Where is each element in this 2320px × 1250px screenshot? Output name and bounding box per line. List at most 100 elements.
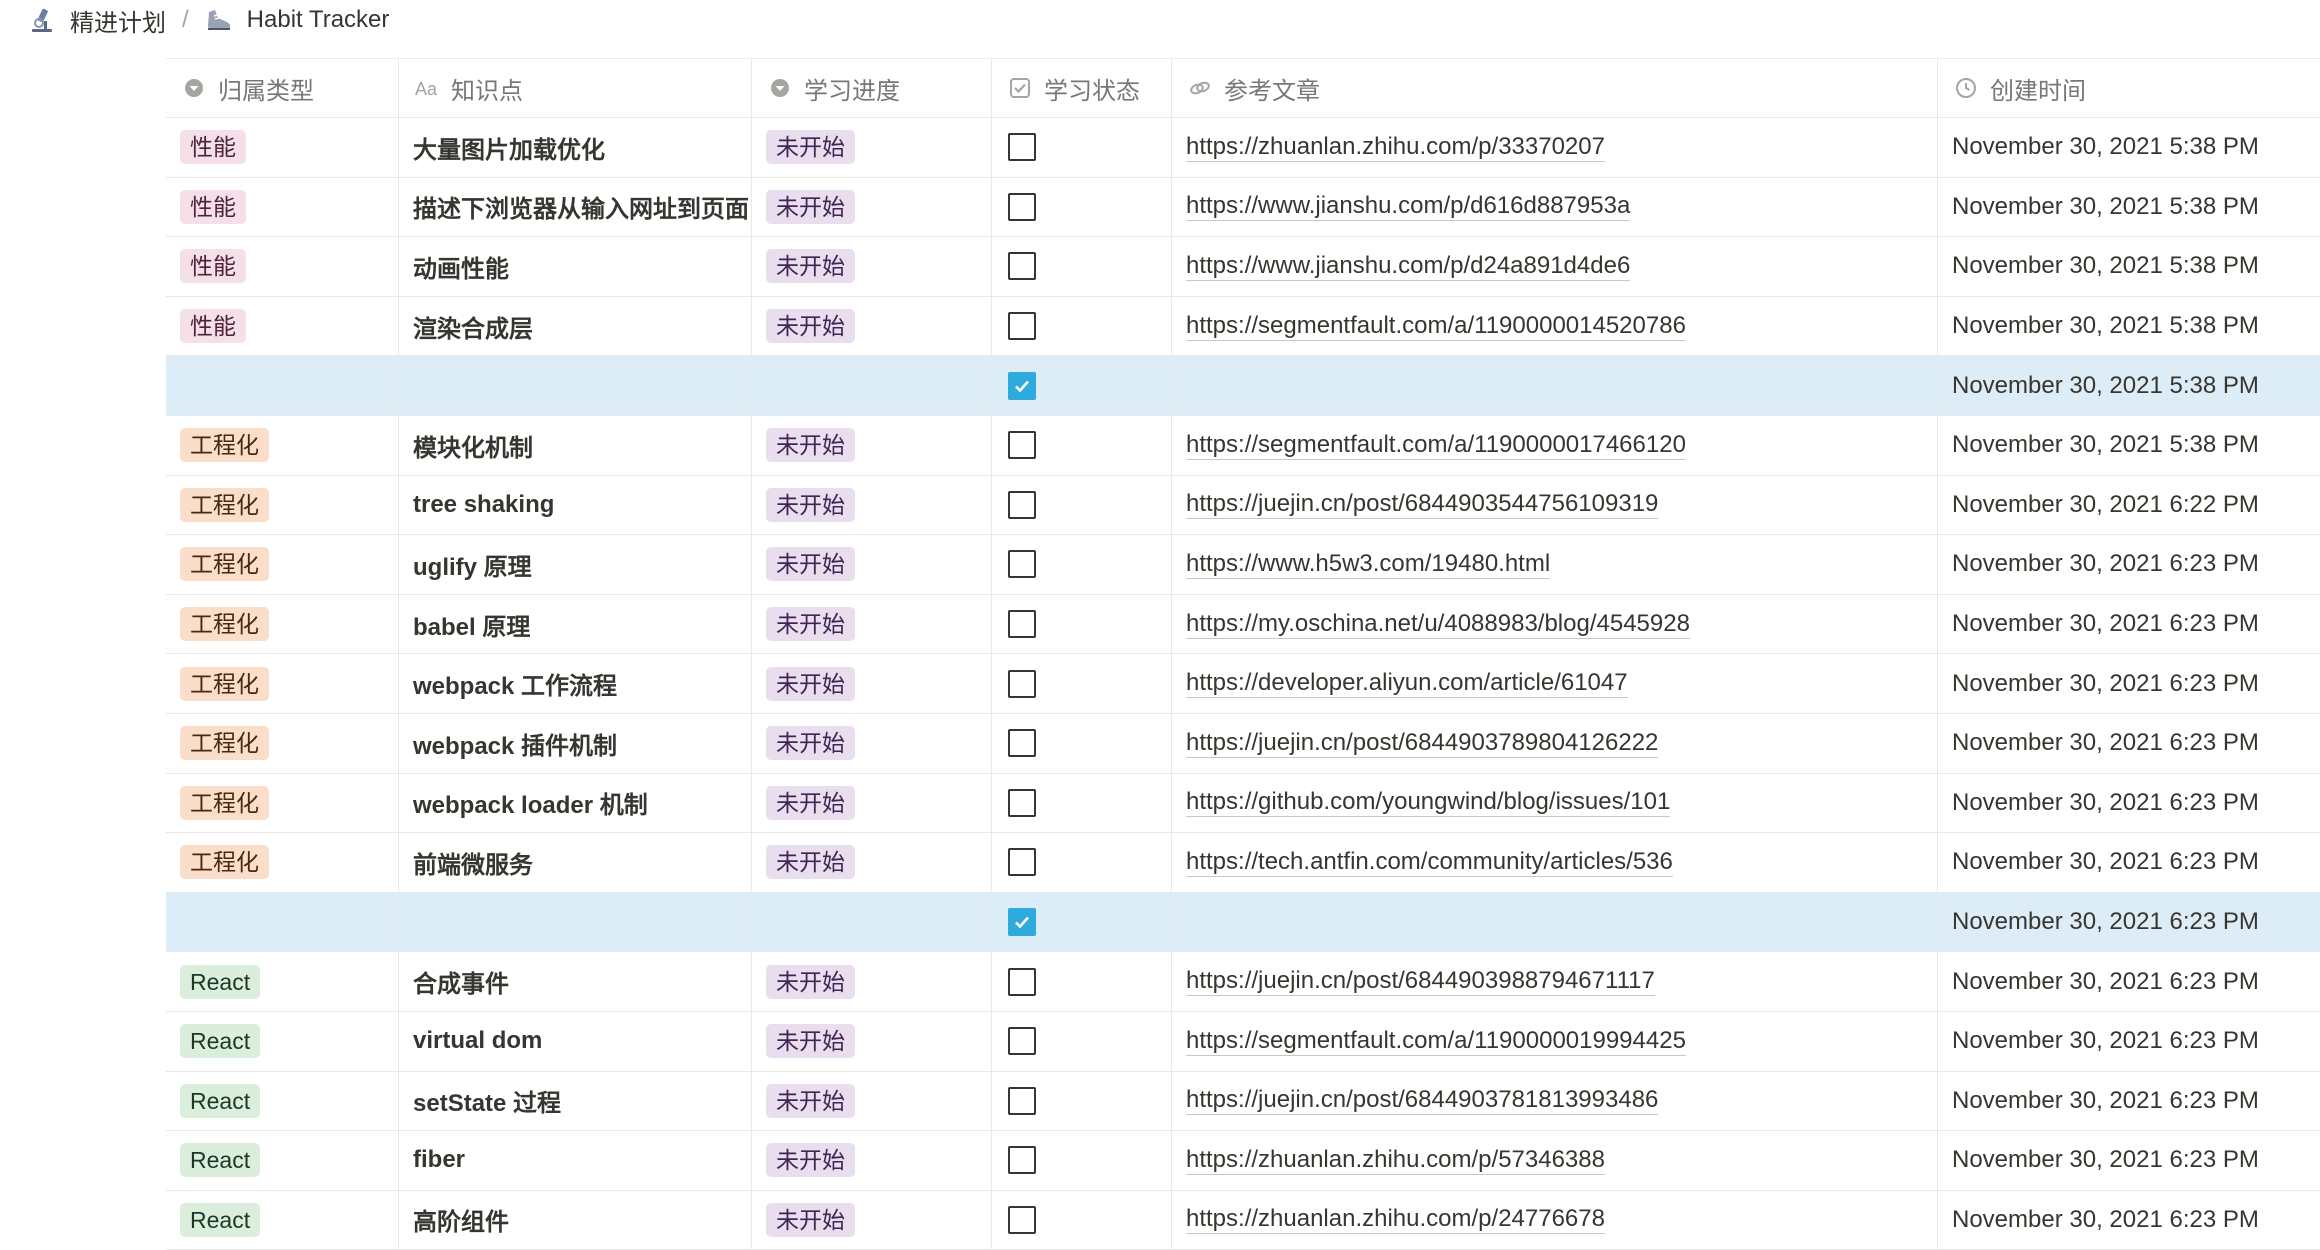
- cell-type[interactable]: 工程化: [166, 594, 399, 654]
- cell-reference[interactable]: https://www.h5w3.com/19480.html: [1172, 535, 1938, 594]
- table-row[interactable]: React fiber 未开始 https://zhuanlan.zhihu.com/…: [166, 1131, 2320, 1191]
- cell-title[interactable]: 大量图片加载优化: [399, 118, 752, 177]
- cell-progress[interactable]: 未开始: [752, 1071, 992, 1131]
- cell-type[interactable]: 工程化: [166, 833, 399, 892]
- table-row[interactable]: 工程化 前端微服务 未开始 https://tech.antfin.com/commu…: [166, 833, 2320, 893]
- cell-title[interactable]: 动画性能: [399, 237, 752, 296]
- cell-reference[interactable]: https://www.jianshu.com/p/d616d887953a: [1172, 177, 1938, 237]
- checkbox[interactable]: [1008, 312, 1036, 341]
- checkbox[interactable]: [1008, 431, 1036, 460]
- checkbox[interactable]: [1008, 729, 1036, 758]
- checkbox[interactable]: [1008, 610, 1036, 639]
- cell-progress[interactable]: 未开始: [752, 773, 992, 833]
- cell-progress[interactable]: 未开始: [752, 475, 992, 535]
- cell-title[interactable]: webpack 插件机制: [399, 713, 752, 773]
- column-header-status[interactable]: 学习状态: [992, 59, 1172, 117]
- cell-title[interactable]: 合成事件: [399, 952, 752, 1011]
- table-row[interactable]: 工程化 babel 原理 未开始 https://my.oschina.net/u/4…: [166, 594, 2320, 655]
- cell-progress[interactable]: 未开始: [752, 952, 992, 1011]
- cell-title[interactable]: uglify 原理: [399, 535, 752, 594]
- cell-progress[interactable]: 未开始: [752, 177, 992, 237]
- table-row[interactable]: 工程化 uglify 原理 未开始 https://www.h5w3.com/1948…: [166, 535, 2320, 595]
- cell-progress[interactable]: 未开始: [752, 833, 992, 892]
- cell-reference[interactable]: https://segmentfault.com/a/1190000014520…: [1172, 296, 1938, 356]
- reference-link[interactable]: https://zhuanlan.zhihu.com/p/33370207: [1186, 133, 1605, 162]
- cell-title[interactable]: setState 过程: [399, 1071, 752, 1131]
- table-row[interactable]: 性能 渲染合成层 未开始 https://segmentfault.com/a/119…: [166, 296, 2320, 357]
- cell-title[interactable]: webpack 工作流程: [399, 654, 752, 713]
- cell-progress[interactable]: 未开始: [752, 415, 992, 475]
- cell-title[interactable]: babel 原理: [399, 594, 752, 654]
- cell-progress[interactable]: 未开始: [752, 296, 992, 356]
- cell-title[interactable]: webpack loader 机制: [399, 773, 752, 833]
- cell-type[interactable]: React: [166, 1190, 399, 1250]
- cell-reference[interactable]: https://github.com/youngwind/blog/issues…: [1172, 773, 1938, 833]
- table-row[interactable]: November 30, 2021 5:38 PM: [166, 356, 2320, 416]
- cell-title[interactable]: tree shaking: [399, 475, 752, 535]
- cell-type[interactable]: 工程化: [166, 773, 399, 833]
- table-row[interactable]: 工程化 webpack 工作流程 未开始 https://developer.aliy…: [166, 654, 2320, 714]
- cell-title[interactable]: 前端微服务: [399, 833, 752, 892]
- checkbox[interactable]: [1008, 848, 1036, 877]
- table-row[interactable]: 工程化 tree shaking 未开始 https://juejin.cn/post…: [166, 475, 2320, 536]
- cell-progress[interactable]: 未开始: [752, 713, 992, 773]
- cell-progress[interactable]: 未开始: [752, 1190, 992, 1250]
- column-header-type[interactable]: 归属类型: [166, 59, 399, 117]
- checkbox[interactable]: [1008, 490, 1036, 519]
- table-row[interactable]: 工程化 webpack loader 机制 未开始 https://github.co…: [166, 773, 2320, 834]
- cell-progress[interactable]: 未开始: [752, 118, 992, 177]
- cell-type[interactable]: 性能: [166, 118, 399, 177]
- column-header-reference[interactable]: 参考文章: [1172, 59, 1938, 117]
- cell-reference[interactable]: https://developer.aliyun.com/article/610…: [1172, 654, 1938, 713]
- cell-progress[interactable]: 未开始: [752, 654, 992, 713]
- cell-reference[interactable]: https://www.jianshu.com/p/d24a891d4de6: [1172, 237, 1938, 296]
- cell-progress[interactable]: 未开始: [752, 237, 992, 296]
- cell-type[interactable]: React: [166, 1071, 399, 1131]
- cell-type[interactable]: 工程化: [166, 713, 399, 773]
- cell-type[interactable]: 工程化: [166, 654, 399, 713]
- cell-type[interactable]: [166, 356, 399, 415]
- reference-link[interactable]: https://www.jianshu.com/p/d24a891d4de6: [1186, 252, 1631, 281]
- checkbox[interactable]: [1008, 967, 1036, 996]
- cell-progress[interactable]: 未开始: [752, 1011, 992, 1071]
- cell-reference[interactable]: https://juejin.cn/post/68449037818139934…: [1172, 1071, 1938, 1131]
- cell-title[interactable]: virtual dom: [399, 1011, 752, 1071]
- table-row[interactable]: November 30, 2021 6:23 PM: [166, 892, 2320, 953]
- checkbox[interactable]: [1008, 133, 1036, 162]
- cell-title[interactable]: 渲染合成层: [399, 296, 752, 356]
- cell-type[interactable]: [166, 892, 399, 952]
- cell-type[interactable]: 工程化: [166, 415, 399, 475]
- cell-type[interactable]: React: [166, 1011, 399, 1071]
- cell-reference[interactable]: https://juejin.cn/post/68449039887946711…: [1172, 952, 1938, 1011]
- checkbox-checked[interactable]: [1008, 371, 1036, 400]
- table-row[interactable]: React 高阶组件 未开始 https://zhuanlan.zhihu.com/p…: [166, 1190, 2320, 1250]
- reference-link[interactable]: https://segmentfault.com/a/1190000017466…: [1186, 431, 1686, 460]
- cell-type[interactable]: 工程化: [166, 475, 399, 535]
- cell-type[interactable]: React: [166, 1131, 399, 1190]
- cell-reference[interactable]: https://zhuanlan.zhihu.com/p/24776678: [1172, 1190, 1938, 1250]
- cell-type[interactable]: 性能: [166, 296, 399, 356]
- column-header-progress[interactable]: 学习进度: [752, 59, 992, 117]
- cell-reference[interactable]: [1172, 356, 1938, 415]
- cell-title[interactable]: 描述下浏览器从输入网址到页面: [399, 177, 752, 237]
- table-row[interactable]: React virtual dom 未开始 https://segmentfault.…: [166, 1011, 2320, 1072]
- table-row[interactable]: React setState 过程 未开始 https://juejin.cn/pos…: [166, 1071, 2320, 1132]
- checkbox[interactable]: [1008, 669, 1036, 698]
- checkbox-checked[interactable]: [1008, 908, 1036, 937]
- checkbox[interactable]: [1008, 550, 1036, 579]
- table-row[interactable]: React 合成事件 未开始 https://juejin.cn/post/68449…: [166, 952, 2320, 1012]
- cell-reference[interactable]: https://juejin.cn/post/68449037898041262…: [1172, 713, 1938, 773]
- cell-title[interactable]: [399, 892, 752, 952]
- cell-title[interactable]: 模块化机制: [399, 415, 752, 475]
- cell-reference[interactable]: https://zhuanlan.zhihu.com/p/33370207: [1172, 118, 1938, 177]
- checkbox[interactable]: [1008, 788, 1036, 817]
- checkbox[interactable]: [1008, 192, 1036, 221]
- reference-link[interactable]: https://segmentfault.com/a/1190000014520…: [1186, 312, 1686, 341]
- cell-reference[interactable]: https://segmentfault.com/a/1190000017466…: [1172, 415, 1938, 475]
- column-header-created[interactable]: 创建时间: [1938, 59, 2320, 117]
- cell-type[interactable]: 性能: [166, 177, 399, 237]
- table-row[interactable]: 性能 动画性能 未开始 https://www.jianshu.com/p/d24a8…: [166, 237, 2320, 297]
- cell-title[interactable]: fiber: [399, 1131, 752, 1190]
- cell-progress[interactable]: 未开始: [752, 535, 992, 594]
- table-row[interactable]: 工程化 模块化机制 未开始 https://segmentfault.com/a/11…: [166, 415, 2320, 476]
